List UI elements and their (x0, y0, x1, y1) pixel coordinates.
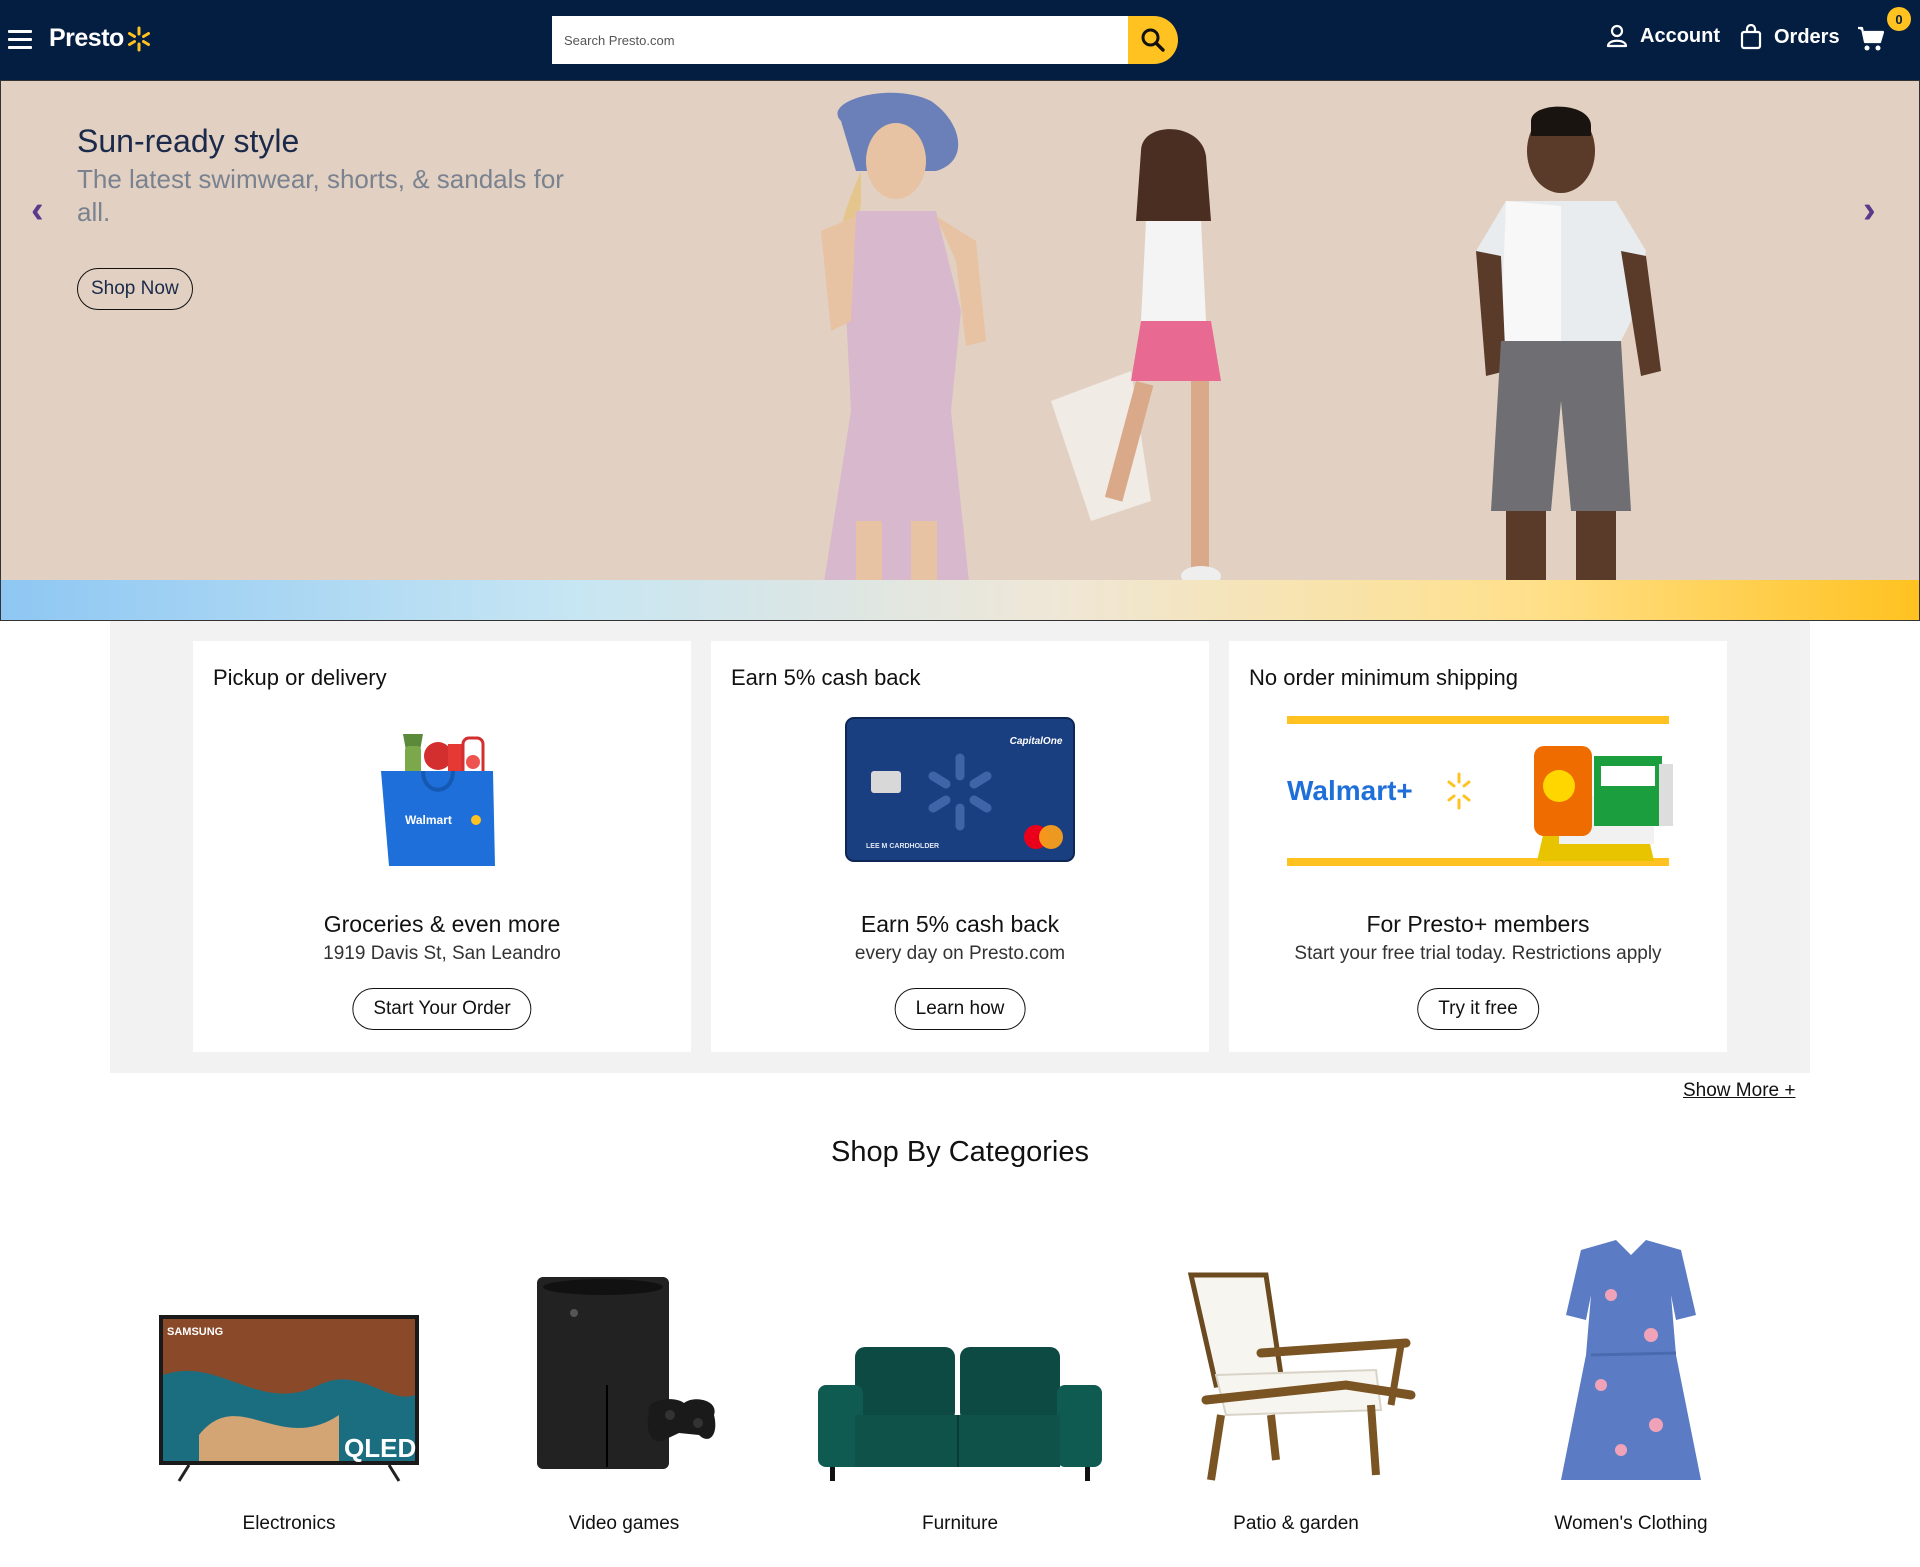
credit-card-image: CapitalOne LEE M CARDHOLDER (845, 717, 1075, 862)
sofa-image (818, 1347, 1102, 1481)
cart-icon (1858, 26, 1885, 51)
card-brand-text: CapitalOne (1010, 736, 1063, 747)
promo-section: Pickup or delivery Walmart Groceries & e… (110, 621, 1810, 1073)
cart-button[interactable] (1857, 26, 1885, 57)
child-figure (1051, 129, 1221, 586)
hero-gradient-strip (1, 580, 1919, 620)
hero-subtitle: The latest swimwear, shorts, & sandals f… (77, 164, 564, 227)
card-label: Earn 5% cash back (731, 665, 921, 690)
category-patio-garden[interactable]: Patio & garden (1146, 1235, 1446, 1545)
search-input[interactable] (552, 16, 1128, 64)
grocery-bag-image: Walmart (381, 734, 495, 866)
learn-how-button[interactable]: Learn how (894, 988, 1026, 1030)
patio-chair-image (1187, 1272, 1416, 1481)
man-figure (1476, 106, 1661, 620)
account-link[interactable]: Account (1606, 24, 1720, 48)
tv-model-text: QLED (344, 1433, 416, 1463)
card-title: Earn 5% cash back (860, 911, 1060, 937)
category-electronics[interactable]: SAMSUNG QLED Electronics (139, 1235, 439, 1545)
menu-icon[interactable] (8, 30, 32, 50)
category-label: Video games (568, 1513, 680, 1534)
category-label: Electronics (242, 1513, 336, 1534)
orders-label: Orders (1774, 25, 1840, 48)
card-text: Start your free trial today. Restriction… (1294, 943, 1662, 964)
logo-text: Presto (49, 24, 124, 52)
show-more-link[interactable]: Show More + (1683, 1080, 1795, 1102)
card-holder-text: LEE M CARDHOLDER (866, 843, 939, 850)
hero-banner: Sun-ready style The latest swimwear, sho… (0, 80, 1920, 621)
tv-brand-text: SAMSUNG (167, 1326, 223, 1338)
categories-heading: Shop By Categories (831, 1136, 1089, 1168)
card-title: Groceries & even more (323, 911, 561, 937)
account-label: Account (1640, 24, 1720, 47)
spark-icon (127, 26, 150, 51)
search-icon (1141, 28, 1165, 52)
try-free-button[interactable]: Try it free (1417, 988, 1539, 1030)
category-furniture[interactable]: Furniture (810, 1235, 1110, 1545)
carousel-prev-icon[interactable]: ‹ (31, 189, 44, 232)
category-video-games[interactable]: Video games (474, 1235, 774, 1545)
carousel-next-icon[interactable]: › (1863, 189, 1876, 232)
console-image (537, 1277, 716, 1469)
cart-count-badge: 0 (1887, 7, 1911, 31)
woman-figure (821, 92, 986, 601)
category-label: Patio & garden (1233, 1513, 1359, 1534)
hero-models-image (821, 92, 1661, 620)
walmart-plus-image: Walmart+ (1287, 716, 1673, 866)
shop-now-button[interactable]: Shop Now (77, 268, 193, 310)
category-womens-clothing[interactable]: Women's Clothing (1481, 1235, 1781, 1545)
tv-image: SAMSUNG QLED (159, 1315, 419, 1482)
presto-logo[interactable]: Presto (49, 24, 152, 53)
user-icon (1606, 24, 1628, 48)
dress-image (1561, 1240, 1701, 1480)
card-text: 1919 Davis St, San Leandro (323, 943, 561, 964)
start-order-button[interactable]: Start Your Order (352, 988, 532, 1030)
card-title: For Presto+ members (1366, 911, 1590, 937)
shopping-bag-icon (1740, 24, 1762, 50)
promo-card-cashback: Earn 5% cash back CapitalOne LEE M CARDH… (711, 641, 1209, 1052)
search-button[interactable] (1128, 16, 1178, 64)
top-header: Presto Account Ord (0, 0, 1920, 80)
card-text: every day on Presto.com (854, 943, 1066, 964)
card-label: Pickup or delivery (213, 665, 387, 690)
card-label: No order minimum shipping (1249, 665, 1518, 690)
bag-brand-text: Walmart (405, 813, 452, 827)
walmart-plus-text: Walmart+ (1287, 775, 1413, 806)
category-label: Furniture (921, 1513, 999, 1534)
promo-card-shipping: No order minimum shipping Walmart+ For P… (1229, 641, 1727, 1052)
orders-link[interactable]: Orders (1740, 24, 1840, 50)
hero-title: Sun-ready style (77, 123, 300, 159)
category-label: Women's Clothing (1554, 1513, 1708, 1534)
promo-card-pickup: Pickup or delivery Walmart Groceries & e… (193, 641, 691, 1052)
